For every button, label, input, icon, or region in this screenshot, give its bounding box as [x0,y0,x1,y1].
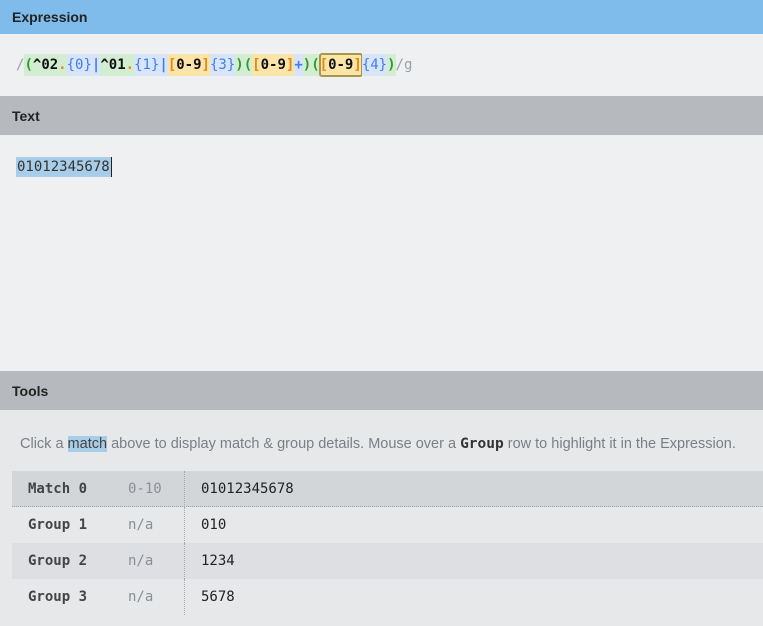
expression-panel-title: Expression [12,9,88,25]
tools-msg-match-keyword: match [67,436,108,452]
row-name: Group 3 [28,589,88,605]
expression-token[interactable]: ) [302,54,312,76]
row-divider [184,470,185,507]
row-value: 01012345678 [201,480,294,497]
expression-panel-header: Expression [0,0,763,34]
expression-token[interactable]: {0} [66,54,92,76]
row-name: Group 2 [28,553,88,569]
row-value: 1234 [201,553,235,569]
expression-token[interactable]: ] [201,54,210,76]
expression-token[interactable]: 02 [41,54,59,76]
expression-token[interactable]: {3} [209,54,236,76]
expression-token[interactable]: {4} [361,54,388,76]
tools-msg-pre: Click a [20,436,68,452]
expression-token[interactable]: ] [285,54,295,76]
table-row-match-0[interactable]: Match 0 0-10 01012345678 [12,470,763,507]
row-name: Group 1 [28,517,88,533]
match-details-table: Match 0 0-10 01012345678 Group 1 n/a 010… [12,470,763,615]
row-value: 5678 [201,589,235,605]
expression-token[interactable]: . [125,54,135,76]
expression-open-delimiter: / [16,57,25,73]
text-panel-title: Text [12,107,40,124]
expression-token[interactable]: | [159,54,168,76]
tools-panel-title: Tools [12,382,49,399]
expression-token[interactable]: ( [243,54,253,76]
row-value: 010 [201,517,227,533]
expression-token[interactable]: ) [387,54,396,76]
row-range: n/a [128,589,154,605]
tools-panel: Click a match above to display match & g… [0,410,763,626]
expression-token[interactable]: 01 [108,54,126,76]
expression-token[interactable]: ) [235,54,244,76]
row-range: n/a [128,517,154,533]
tools-msg-group-keyword: Group [460,436,504,452]
table-row-group-2[interactable]: Group 2 n/a 1234 [12,543,763,579]
tools-msg-post: row to highlight it in the Expression. [503,436,736,452]
expression-tokens: (^02.{0}|^01.{1}|[0-9]{3})([0-9]+)([0-9]… [24,53,396,77]
table-row-group-3[interactable]: Group 3 n/a 5678 [12,579,763,615]
match-highlight[interactable]: 01012345678 [16,157,112,177]
expression-token[interactable]: {1} [134,54,160,76]
expression-token[interactable]: ( [24,54,33,76]
expression-token[interactable]: ^ [32,54,42,76]
table-row-group-1[interactable]: Group 1 n/a 010 [12,507,763,543]
row-range: 0-10 [128,480,162,497]
row-divider [184,579,185,615]
expression-token[interactable]: ^ [100,54,109,76]
row-divider [184,543,185,579]
expression-flags[interactable]: /g [396,54,413,76]
tools-msg-mid: above to display match & group details. … [107,436,461,452]
expression-token[interactable]: ( [311,54,320,76]
expression-token[interactable]: . [58,54,67,76]
expression-token[interactable]: 0-9 [260,54,286,76]
row-range: n/a [128,553,154,569]
row-divider [184,507,185,543]
tools-panel-header: Tools [0,371,763,410]
expression-token[interactable]: | [91,54,101,76]
expression-editor[interactable]: / (^02.{0}|^01.{1}|[0-9]{3})([0-9]+)([0-… [0,34,763,96]
expression-token[interactable]: + [294,54,303,76]
expression-token[interactable]: [ [167,54,177,76]
text-panel-header: Text [0,96,763,135]
expression-token[interactable]: [ [252,54,261,76]
row-name: Match 0 [28,480,88,497]
text-editor[interactable]: 01012345678 [0,135,763,371]
tools-instructions: Click a match above to display match & g… [20,436,736,452]
expression-token[interactable]: [0-9] [318,53,363,77]
expression-token[interactable]: 0-9 [176,54,202,76]
